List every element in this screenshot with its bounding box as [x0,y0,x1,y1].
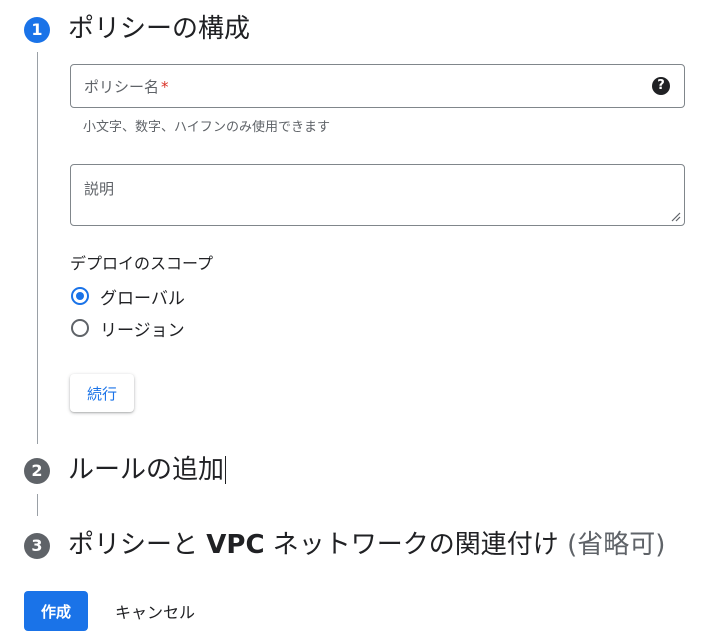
step-3-title[interactable]: ポリシーと VPC ネットワークの関連付け (省略可) [68,528,665,562]
step-1-badge: 1 [24,17,50,43]
continue-button[interactable]: 続行 [70,374,134,412]
create-button[interactable]: 作成 [24,591,88,631]
policy-name-label: ポリシー名 * [84,78,169,96]
resize-handle-icon[interactable] [669,210,681,222]
radio-global-label[interactable]: グローバル [100,284,185,309]
question-circle-icon[interactable]: ? [652,77,670,95]
cancel-button[interactable]: キャンセル [115,598,211,624]
description-label: 説明 [84,180,115,198]
policy-create-wizard: 1 ポリシーの構成 ポリシー名 * ? 小文字、数字、ハイフンのみ使用できます 説… [0,0,715,644]
radio-regional[interactable] [71,319,89,337]
step-2-title[interactable]: ルールの追加 [68,453,224,487]
policy-name-hint: 小文字、数字、ハイフンのみ使用できます [83,120,331,135]
step-3-badge: 3 [24,533,50,559]
step-1-title[interactable]: ポリシーの構成 [68,12,250,46]
step-2-connector [37,494,38,516]
policy-name-field[interactable]: ポリシー名 * ? [70,64,685,108]
deploy-scope-label: デプロイのスコープ [70,254,214,273]
text-cursor [225,456,226,484]
radio-regional-label[interactable]: リージョン [100,316,185,341]
step-2-badge: 2 [24,458,50,484]
step-1-connector [37,52,38,444]
description-field[interactable]: 説明 [70,164,685,226]
radio-global[interactable] [71,287,89,305]
required-asterisk: * [161,78,169,96]
